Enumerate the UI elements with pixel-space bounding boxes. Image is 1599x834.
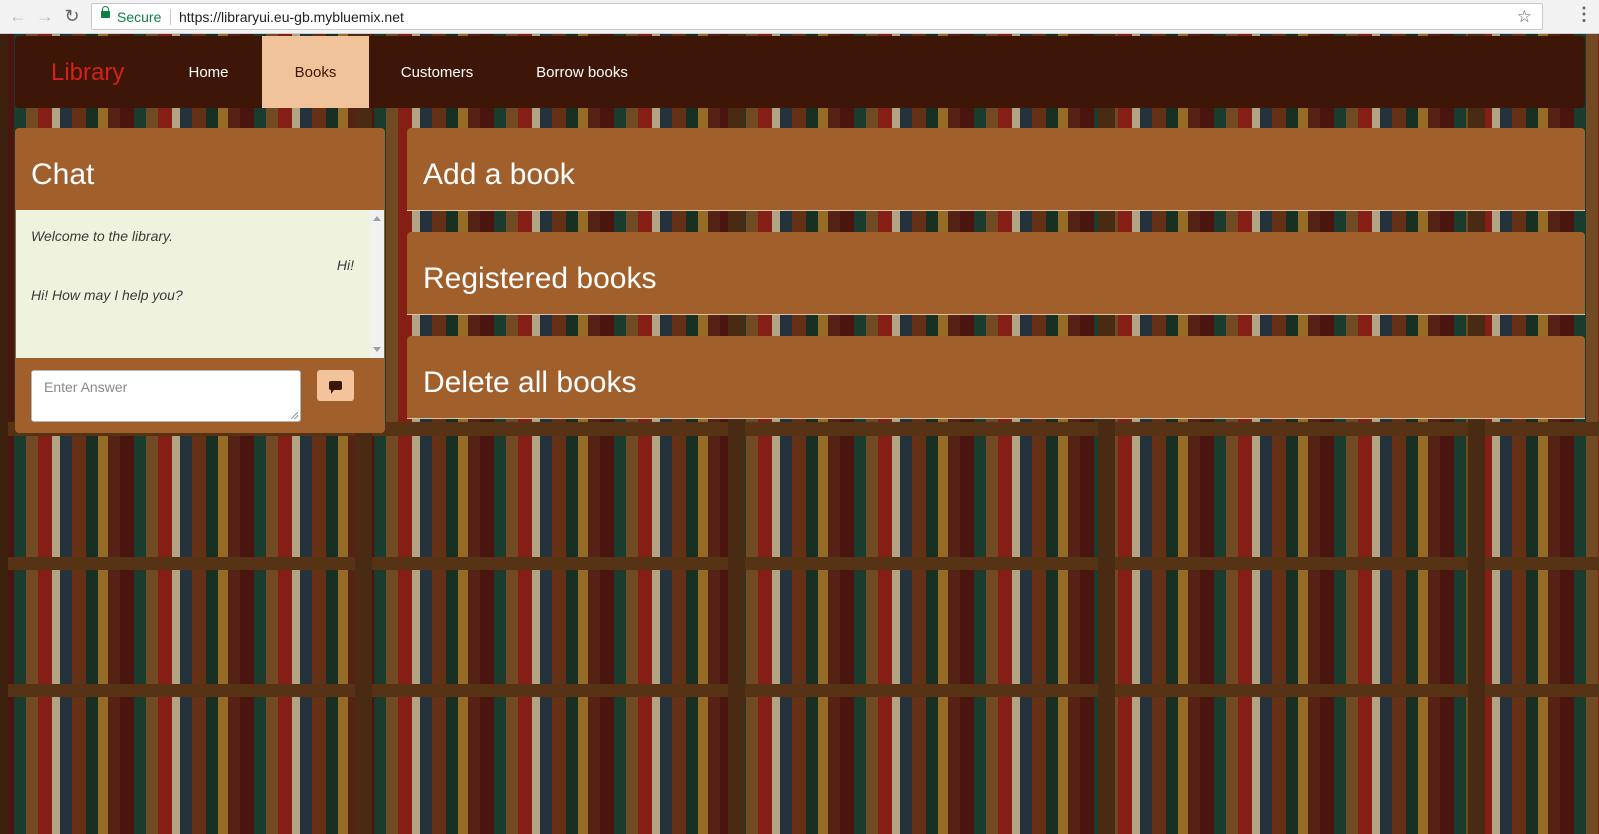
menu-dots-icon[interactable]: ⋮: [1575, 4, 1593, 25]
nav-borrow-books[interactable]: Borrow books: [520, 36, 644, 108]
add-book-title: Add a book: [423, 158, 575, 191]
back-arrow-icon[interactable]: ←: [6, 4, 30, 28]
nav-books[interactable]: Books: [262, 36, 369, 108]
chat-panel: Chat Welcome to the library. Hi! Hi! How…: [15, 128, 385, 433]
send-button[interactable]: [317, 370, 354, 401]
bot-message: Hi! How may I help you?: [31, 287, 183, 303]
nav-customers[interactable]: Customers: [379, 36, 495, 108]
user-message: Hi!: [336, 257, 354, 273]
url-text[interactable]: https://libraryui.eu-gb.mybluemix.net: [179, 9, 404, 25]
scroll-up-arrow-icon[interactable]: [373, 216, 381, 221]
answer-input[interactable]: Enter Answer: [31, 370, 301, 422]
registered-books-panel[interactable]: Registered books: [407, 232, 1585, 315]
address-separator: [170, 9, 171, 25]
chat-bubble-icon: [329, 381, 342, 394]
browser-toolbar: ← → ↻ Secure https://libraryui.eu-gb.myb…: [0, 0, 1599, 34]
answer-placeholder: Enter Answer: [44, 379, 128, 395]
reload-icon[interactable]: ↻: [60, 4, 84, 28]
lock-icon: [101, 6, 110, 18]
secure-label: Secure: [117, 9, 162, 25]
chat-title: Chat: [31, 158, 95, 191]
forward-arrow-icon[interactable]: →: [33, 4, 57, 28]
bot-message: Welcome to the library.: [31, 228, 173, 244]
chat-scrollbar[interactable]: [370, 210, 384, 358]
delete-all-books-title: Delete all books: [423, 366, 637, 399]
scroll-down-arrow-icon[interactable]: [373, 347, 381, 352]
resize-handle-icon[interactable]: [291, 412, 298, 419]
star-icon[interactable]: ☆: [1517, 7, 1532, 27]
add-book-panel[interactable]: Add a book: [407, 128, 1585, 211]
chat-log[interactable]: Welcome to the library. Hi! Hi! How may …: [16, 210, 384, 358]
registered-books-title: Registered books: [423, 262, 657, 295]
nav-home[interactable]: Home: [161, 36, 256, 108]
delete-all-books-panel[interactable]: Delete all books: [407, 336, 1585, 419]
top-navbar: Library Home Books Customers Borrow book…: [15, 36, 1585, 108]
brand-logo[interactable]: Library: [51, 59, 124, 87]
address-bar[interactable]: Secure https://libraryui.eu-gb.mybluemix…: [91, 3, 1543, 30]
